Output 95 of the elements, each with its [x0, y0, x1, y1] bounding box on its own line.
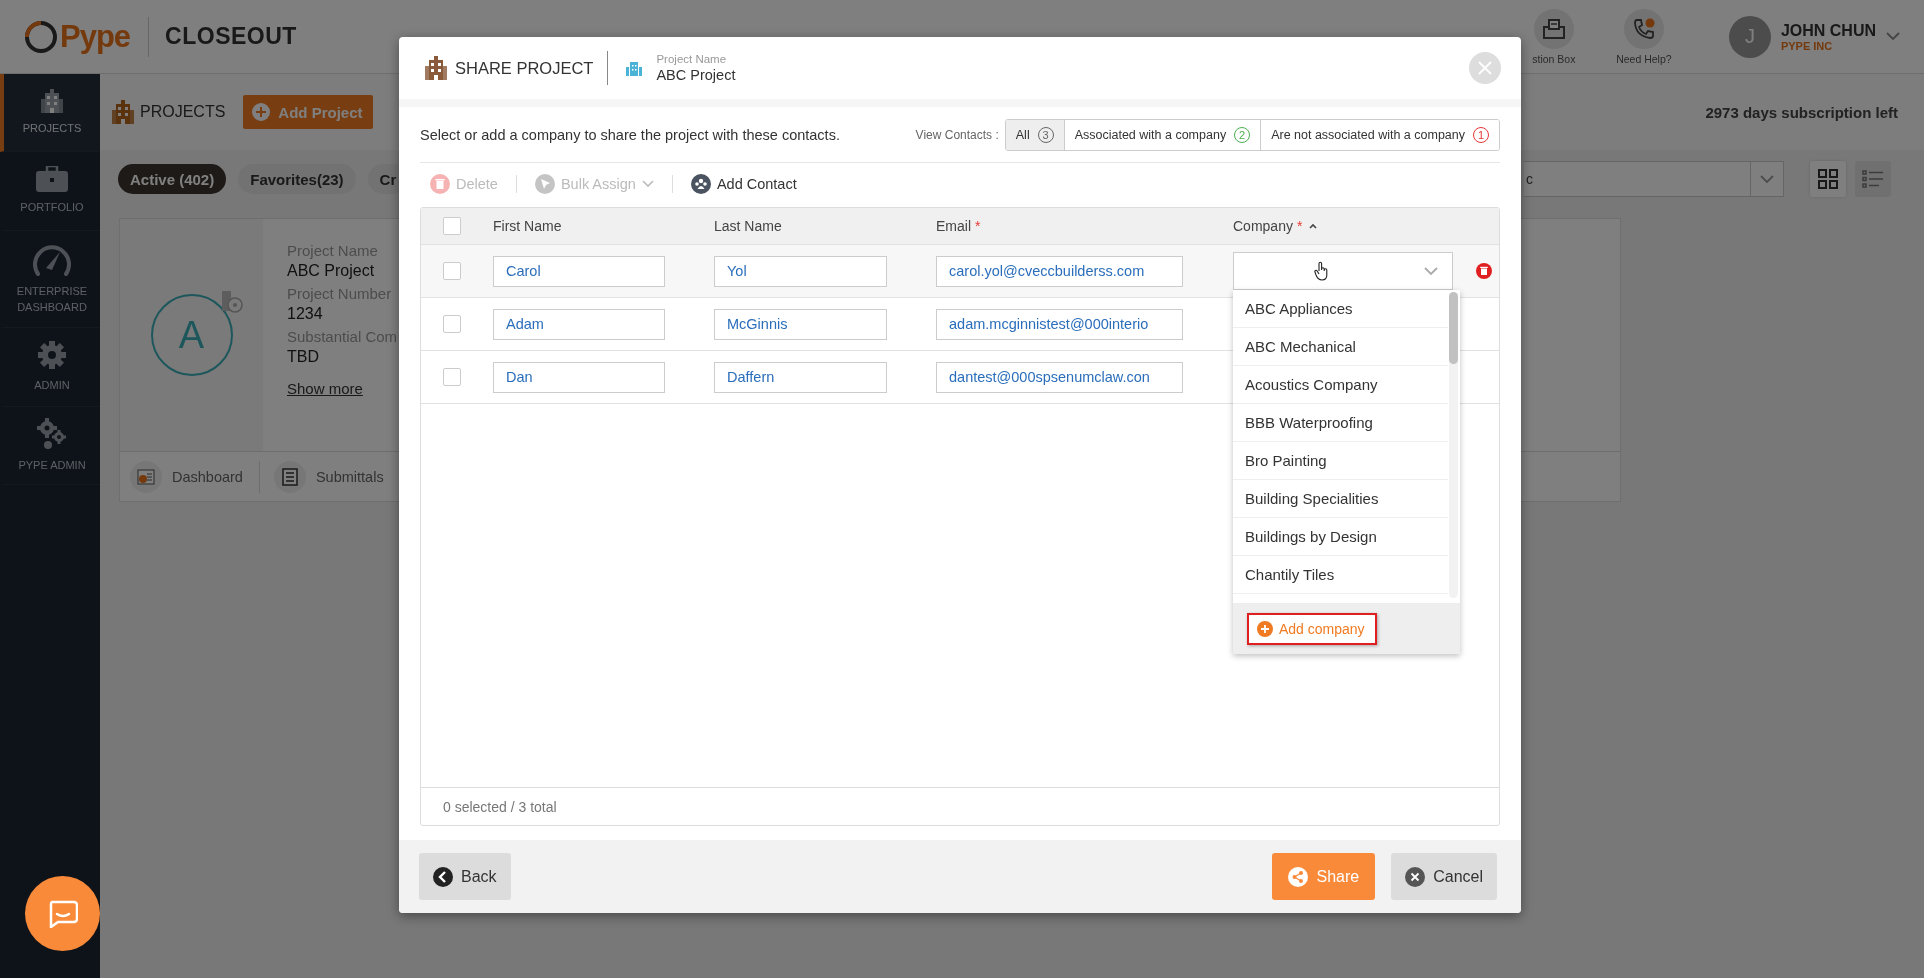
dropdown-option[interactable]: Acoustics Company — [1233, 366, 1448, 404]
pointer-icon — [534, 174, 555, 194]
field-value: ABC Project — [287, 262, 375, 280]
field-label: Project Name — [656, 53, 728, 65]
share-icon — [1288, 866, 1309, 887]
chart-icon — [137, 468, 155, 485]
module-name: CLOSEOUT — [165, 23, 297, 50]
close-icon — [1405, 866, 1426, 887]
card-link[interactable]: Submittals — [315, 468, 384, 485]
sort-select[interactable]: c — [1524, 161, 1784, 197]
delete-icon[interactable] — [1476, 263, 1492, 279]
contact-filter-tab[interactable]: Are not associated with a company 1 — [1260, 119, 1499, 150]
people-icon — [690, 174, 711, 194]
column-header[interactable]: Company — [1233, 218, 1293, 234]
logo: Pype — [60, 18, 131, 55]
action-label: stion Box — [1532, 52, 1576, 65]
company-select[interactable] — [1233, 252, 1453, 290]
plus-circle-icon — [1257, 620, 1273, 637]
page-title: PROJECTS — [140, 103, 226, 121]
action-label: Need Help? — [1616, 52, 1672, 65]
project-name: ABC Project — [656, 67, 736, 83]
building-icon — [41, 88, 63, 113]
view-toggle[interactable] — [1810, 161, 1846, 197]
column-header[interactable]: Email — [936, 218, 971, 234]
ballot-box-icon[interactable] — [1542, 18, 1565, 39]
first-name-field[interactable]: Dan — [493, 361, 665, 393]
checkbox[interactable] — [443, 368, 461, 386]
toolbar-button[interactable]: Add Contact — [686, 174, 801, 194]
gear-icon — [37, 340, 67, 371]
instruction-text: Select or add a company to share the project with these contacts. — [420, 126, 840, 143]
dropdown-option[interactable]: Chantily Tiles — [1233, 556, 1448, 594]
chat-icon — [47, 899, 78, 928]
contact-filter-tab[interactable]: All 3 — [1005, 119, 1064, 150]
gauge-icon — [32, 242, 72, 277]
gears-icon — [36, 417, 68, 450]
show-more-link[interactable]: Show more — [287, 380, 363, 397]
column-header[interactable]: Last Name — [714, 218, 782, 234]
required-mark: * — [1296, 218, 1303, 234]
user-name: JOHN CHUN — [1780, 21, 1876, 40]
sidebar-item[interactable]: PROJECTS — [0, 74, 100, 152]
checkbox[interactable] — [443, 315, 461, 333]
grid-view-icon — [1818, 169, 1838, 189]
column-header[interactable]: First Name — [493, 218, 562, 234]
cancel-button[interactable]: Cancel — [1391, 853, 1497, 900]
email-field[interactable]: adam.mcginnistest@000interio — [936, 308, 1183, 340]
building-icon — [626, 60, 643, 76]
building-icon — [112, 100, 134, 124]
scrollbar-thumb[interactable] — [1449, 292, 1458, 364]
first-name-field[interactable]: Adam — [493, 308, 665, 340]
sort-up-icon[interactable] — [1308, 222, 1319, 230]
briefcase-icon — [36, 166, 68, 193]
logo-ring-icon — [24, 19, 58, 54]
last-name-field[interactable]: McGinnis — [714, 308, 887, 340]
building-share-icon — [425, 56, 447, 80]
checkbox[interactable] — [443, 262, 461, 280]
close-button[interactable] — [1469, 52, 1501, 84]
checklist-icon — [281, 467, 298, 486]
required-mark: * — [975, 218, 981, 234]
close-icon — [1478, 61, 1492, 75]
user-company: PYPE INC — [1780, 39, 1834, 52]
filter-tab[interactable]: Favorites(23) — [238, 164, 356, 194]
card-link[interactable]: Dashboard — [172, 468, 243, 485]
view-contacts-label: View Contacts : — [915, 127, 999, 142]
last-name-field[interactable]: Yol — [714, 255, 887, 287]
dropdown-option[interactable]: Building Specialities — [1233, 480, 1448, 518]
dropdown-option[interactable]: ABC Mechanical — [1233, 328, 1448, 366]
trash-icon — [430, 174, 450, 194]
phone-icon[interactable] — [1631, 16, 1656, 41]
email-field[interactable]: carol.yol@cveccbuilderss.com — [936, 255, 1183, 287]
subscription-text: 2973 days subscription left — [1705, 103, 1898, 121]
back-icon — [433, 866, 453, 887]
view-toggle[interactable] — [1855, 161, 1891, 197]
sidebar-item[interactable]: PORTFOLIO — [0, 152, 100, 231]
dropdown-option[interactable]: BBB Waterproofing — [1233, 404, 1448, 442]
filter-tab[interactable]: Active (402) — [118, 164, 227, 194]
dropdown-option[interactable]: Buildings by Design — [1233, 518, 1448, 556]
first-name-field[interactable]: Carol — [493, 255, 665, 287]
back-button[interactable]: Back — [419, 853, 511, 900]
chevron-down-icon — [1760, 174, 1774, 184]
dialog-title: SHARE PROJECT — [455, 58, 594, 78]
dropdown-option[interactable]: ABC Appliances — [1233, 290, 1448, 328]
checkbox[interactable] — [443, 217, 461, 235]
chevron-down-icon — [1424, 266, 1438, 276]
chevron-down-icon — [641, 180, 654, 188]
list-view-icon — [1862, 170, 1884, 188]
last-name-field[interactable]: Daffern — [714, 361, 887, 393]
dropdown-option[interactable]: Bro Painting — [1233, 442, 1448, 480]
chevron-down-icon — [1886, 32, 1900, 41]
email-field[interactable]: dantest@000spsenumclaw.con — [936, 361, 1183, 393]
hand-cursor-icon — [1314, 261, 1330, 281]
field-value: 1234 — [287, 305, 323, 323]
plus-circle-icon — [251, 102, 272, 122]
add-company-button[interactable]: Add company — [1247, 612, 1377, 645]
field-value: TBD — [287, 348, 319, 366]
selection-summary: 0 selected / 3 total — [421, 787, 1499, 825]
